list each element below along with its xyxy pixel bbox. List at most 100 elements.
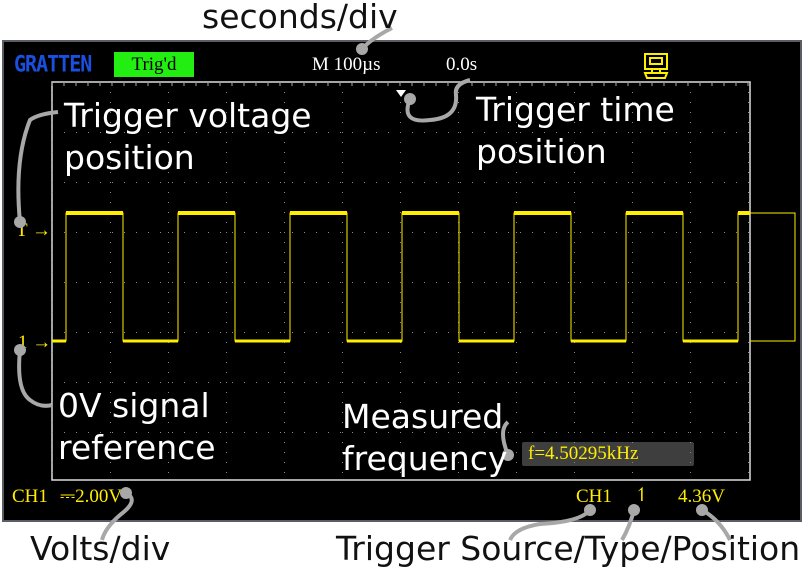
grid-dot xyxy=(168,352,169,353)
grid-dot xyxy=(748,372,749,373)
grid-dot xyxy=(632,202,633,203)
grid-dot xyxy=(292,232,293,233)
grid-dot xyxy=(632,292,633,293)
grid-dot xyxy=(168,242,169,243)
grid-dot xyxy=(168,322,169,323)
grid-dot xyxy=(124,332,125,333)
grid-dot xyxy=(592,232,593,233)
grid-dot xyxy=(616,182,617,183)
grid-dot xyxy=(616,432,617,433)
grid-dot xyxy=(458,162,459,163)
grid-dot xyxy=(616,232,617,233)
grid-dot xyxy=(168,332,169,333)
grid-dot xyxy=(448,232,449,233)
grid-dot xyxy=(400,302,401,303)
grid-dot xyxy=(244,182,245,183)
grid-dot xyxy=(168,382,169,383)
grid-dot xyxy=(280,182,281,183)
grid-dot xyxy=(284,432,285,433)
grid-dot xyxy=(700,432,701,433)
grid-dot xyxy=(168,282,169,283)
grid-dot xyxy=(52,322,53,323)
grid-dot xyxy=(342,312,343,313)
grid-dot xyxy=(458,352,459,353)
grid-dot xyxy=(652,382,653,383)
grid-dot xyxy=(484,282,485,283)
annotation-line: reference xyxy=(58,428,216,467)
grid-dot xyxy=(376,332,377,333)
grid-dot xyxy=(316,332,317,333)
grid-dot xyxy=(700,332,701,333)
grid-dot xyxy=(688,382,689,383)
grid-dot xyxy=(342,382,343,383)
grid-dot xyxy=(690,272,691,273)
grid-dot xyxy=(316,432,317,433)
grid-dot xyxy=(52,382,53,383)
grid-dot xyxy=(52,212,53,213)
grid-dot xyxy=(532,332,533,333)
grid-dot xyxy=(574,242,575,243)
grid-dot xyxy=(284,282,285,283)
grid-dot xyxy=(568,382,569,383)
grid-dot xyxy=(88,382,89,383)
grid-dot xyxy=(458,122,459,123)
grid-dot xyxy=(664,432,665,433)
grid-dot xyxy=(448,382,449,383)
grid-dot xyxy=(110,322,111,323)
grid-dot xyxy=(448,182,449,183)
grid-dot xyxy=(632,222,633,223)
grid-dot xyxy=(632,192,633,193)
grid-dot xyxy=(160,232,161,233)
grid-dot xyxy=(712,432,713,433)
grid-dot xyxy=(110,222,111,223)
grid-dot xyxy=(160,332,161,333)
grid-dot xyxy=(604,182,605,183)
grid-dot xyxy=(496,282,497,283)
grid-dot xyxy=(76,282,77,283)
grid-dot xyxy=(424,182,425,183)
grid-dot xyxy=(690,442,691,443)
grid-dot xyxy=(748,452,749,453)
grid-dot xyxy=(458,152,459,153)
grid-dot xyxy=(342,282,343,283)
grid-dot xyxy=(342,192,343,193)
grid-dot xyxy=(52,232,53,233)
grid-dot xyxy=(748,382,749,383)
grid-dot xyxy=(268,382,269,383)
grid-dot xyxy=(284,472,285,473)
grid-dot xyxy=(172,332,173,333)
grid-dot xyxy=(516,322,517,323)
grid-dot xyxy=(292,182,293,183)
grid-dot xyxy=(342,222,343,223)
grid-dot xyxy=(52,392,53,393)
grid-dot xyxy=(700,132,701,133)
grid-dot xyxy=(568,182,569,183)
grid-dot xyxy=(342,352,343,353)
grid-dot xyxy=(226,92,227,93)
grid-dot xyxy=(110,372,111,373)
grid-dot xyxy=(124,182,125,183)
grid-dot xyxy=(342,372,343,373)
grid-dot xyxy=(748,132,749,133)
grid-dot xyxy=(724,332,725,333)
grid-dot xyxy=(676,232,677,233)
grid-dot xyxy=(574,352,575,353)
grid-dot xyxy=(748,282,749,283)
grid-dot xyxy=(580,432,581,433)
grid-dot xyxy=(110,282,111,283)
grid-dot xyxy=(64,282,65,283)
grid-dot xyxy=(436,182,437,183)
grid-dot xyxy=(690,182,691,183)
grid-dot xyxy=(516,242,517,243)
annotation-line: 0V signal xyxy=(58,386,210,425)
grid-dot xyxy=(574,272,575,273)
grid-dot xyxy=(280,282,281,283)
grid-dot xyxy=(284,242,285,243)
grid-dot xyxy=(52,422,53,423)
grid-dot xyxy=(748,432,749,433)
grid-dot xyxy=(632,362,633,363)
grid-dot xyxy=(284,352,285,353)
grid-dot xyxy=(400,102,401,103)
grid-dot xyxy=(532,182,533,183)
grid-dot xyxy=(690,422,691,423)
